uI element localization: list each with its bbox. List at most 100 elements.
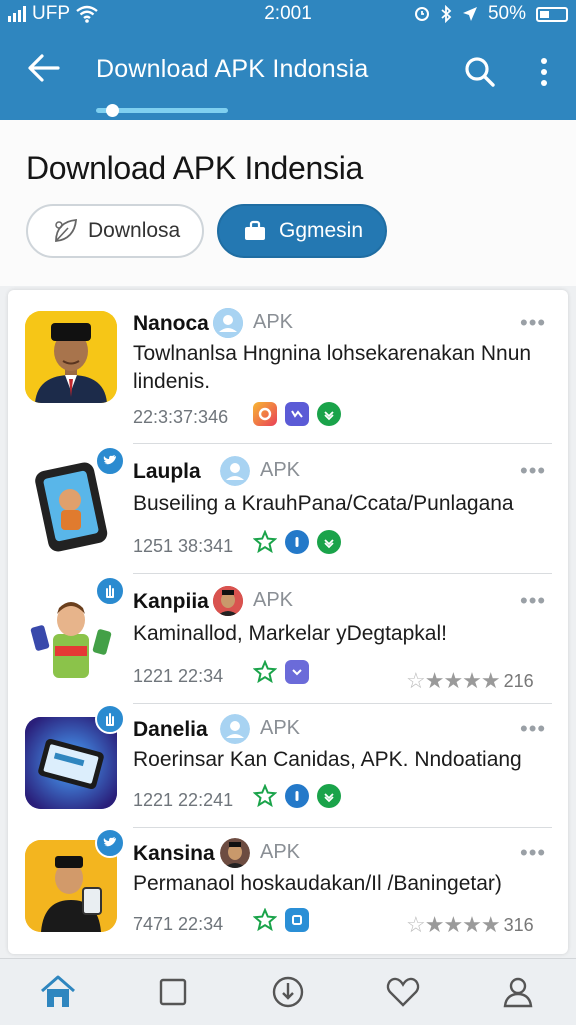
- more-vertical-icon: [541, 58, 547, 86]
- app-name: Kansina: [133, 842, 215, 865]
- star-outline-icon[interactable]: [253, 660, 277, 684]
- chip-games-label: Ggmesin: [279, 219, 364, 242]
- user-avatar: [213, 586, 243, 616]
- search-icon: [465, 57, 495, 87]
- location-arrow-icon: [462, 7, 477, 21]
- nav-profile[interactable]: [461, 959, 576, 1025]
- chip-games[interactable]: Ggmesin: [217, 204, 387, 258]
- app-tag: APK: [253, 589, 294, 611]
- rating-stars: ☆★★★★: [406, 668, 501, 693]
- star-outline-icon[interactable]: [253, 908, 277, 932]
- bluetooth-icon: [441, 5, 452, 23]
- nav-downloads[interactable]: [230, 959, 345, 1025]
- item-more-button[interactable]: •••: [520, 840, 546, 866]
- progress-knob[interactable]: [106, 104, 119, 117]
- list-item[interactable]: Danelia APK ••• Roerinsar Kan Canidas, A…: [8, 704, 568, 828]
- profile-icon: [504, 977, 533, 1008]
- app-tag: APK: [260, 841, 301, 863]
- check-circle-icon[interactable]: [317, 784, 341, 808]
- rating-count: 316: [503, 914, 534, 935]
- check-circle-icon[interactable]: [317, 530, 341, 554]
- item-icons: [253, 660, 309, 684]
- briefcase-icon: [245, 220, 265, 240]
- app-name: Laupla: [133, 460, 201, 483]
- rating-count: 216: [503, 670, 534, 691]
- apk-list: Nanoca APK ••• Towlnanlsa Hngnina lohsek…: [8, 290, 568, 954]
- portrait-man-icon: [25, 311, 117, 403]
- star-outline-icon[interactable]: [253, 784, 277, 808]
- list-item[interactable]: Laupla APK ••• Buseiling a KrauhPana/Cca…: [8, 444, 568, 574]
- app-bar: Download APK Indonsia: [0, 30, 576, 120]
- app-square-icon[interactable]: [285, 908, 309, 932]
- chip-download[interactable]: Downlosa: [26, 204, 204, 258]
- item-icons: [253, 908, 309, 932]
- verified-user-icon: [220, 456, 250, 486]
- rating-stars: ☆★★★★: [406, 912, 501, 937]
- battery-icon: [536, 6, 568, 22]
- app-bar-title: Download APK Indonsia: [96, 55, 369, 83]
- page-title: Download APK Indensia: [26, 150, 364, 186]
- page-header: Download APK Indensia Downlosa Ggmesin: [0, 120, 576, 286]
- app-tag: APK: [253, 311, 294, 333]
- list-item[interactable]: Kanpiia APK ••• Kaminallod, Markelar yDe…: [8, 574, 568, 704]
- app-timestamp: 22:3:37:346: [133, 407, 229, 427]
- twitter-badge-icon: [95, 828, 125, 858]
- app-description: Kaminallod, Markelar yDegtapkal!: [133, 622, 447, 645]
- battery-percent: 50%: [487, 3, 526, 24]
- app-description: Roerinsar Kan Canidas, APK. Nndoatiang: [133, 748, 522, 771]
- item-more-button[interactable]: •••: [520, 716, 546, 742]
- chip-download-label: Downlosa: [88, 219, 181, 242]
- app-timestamp: 1251 38:341: [133, 536, 234, 556]
- hand-badge-icon: [95, 704, 125, 734]
- home-icon: [40, 975, 75, 1007]
- user-avatar: [220, 838, 250, 868]
- nav-favorites[interactable]: [346, 959, 461, 1025]
- list-item[interactable]: Kansina APK ••• Permanaol hoskaudakan/Il…: [8, 828, 568, 954]
- bottom-navigation: [0, 958, 576, 1025]
- item-icons: [253, 784, 341, 808]
- app-name: Danelia: [133, 718, 208, 741]
- twitter-badge-icon: [95, 446, 125, 476]
- check-circle-icon[interactable]: [317, 402, 341, 426]
- app-tag: APK: [260, 717, 301, 739]
- item-more-button[interactable]: •••: [520, 458, 546, 484]
- app-name: Nanoca: [133, 312, 209, 335]
- search-button[interactable]: [460, 52, 500, 92]
- item-more-button[interactable]: •••: [520, 310, 546, 336]
- leaf-icon: [55, 219, 77, 242]
- app-timestamp: 1221 22:34: [133, 666, 224, 686]
- item-icons: [253, 530, 341, 554]
- item-icons: [253, 402, 341, 426]
- chevron-square-icon[interactable]: [285, 660, 309, 684]
- nav-home[interactable]: [0, 959, 115, 1025]
- rating: ☆★★★★ 216: [406, 668, 534, 694]
- status-right: 50%: [414, 3, 568, 25]
- more-options-button[interactable]: [526, 52, 562, 92]
- download-icon: [272, 976, 304, 1008]
- hand-badge-icon: [95, 576, 125, 606]
- item-more-button[interactable]: •••: [520, 588, 546, 614]
- app-description: Permanaol hoskaudakan/Il /Baningetar): [133, 872, 502, 895]
- rating: ☆★★★★ 316: [406, 912, 534, 938]
- ring-badge-icon[interactable]: [253, 402, 277, 426]
- app-timestamp: 1221 22:241: [133, 790, 234, 810]
- square-icon: [159, 978, 186, 1006]
- check-square-icon[interactable]: [285, 402, 309, 426]
- arrow-left-icon: [28, 54, 60, 82]
- app-description: Buseiling a KrauhPana/Ccata/Punlagana: [133, 492, 514, 515]
- info-circle-icon[interactable]: [285, 784, 309, 808]
- heart-icon: [386, 977, 420, 1007]
- app-name: Kanpiia: [133, 590, 209, 613]
- info-circle-icon[interactable]: [285, 530, 309, 554]
- status-bar: UFP 2:001 50%: [0, 0, 576, 30]
- star-outline-icon[interactable]: [253, 530, 277, 554]
- verified-user-icon: [220, 714, 250, 744]
- list-item[interactable]: Nanoca APK ••• Towlnanlsa Hngnina lohsek…: [8, 290, 568, 444]
- app-timestamp: 7471 22:34: [133, 914, 224, 934]
- back-button[interactable]: [24, 48, 64, 88]
- verified-user-icon: [213, 308, 243, 338]
- nav-library[interactable]: [115, 959, 230, 1025]
- alarm-icon: [414, 7, 429, 21]
- app-tag: APK: [260, 459, 301, 481]
- app-description: Towlnanlsa Hngnina lohsekarenakan Nnun l…: [133, 342, 532, 393]
